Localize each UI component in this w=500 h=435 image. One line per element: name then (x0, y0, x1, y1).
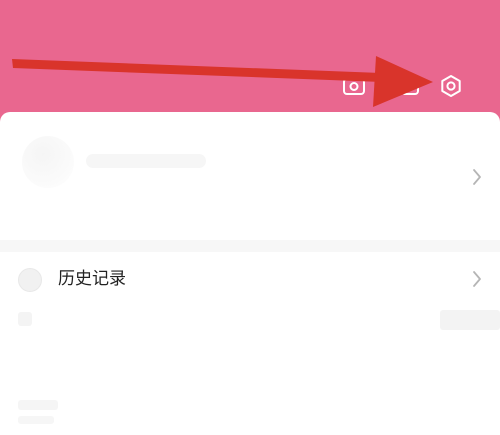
history-menu-item[interactable]: 历史记录 (0, 252, 500, 308)
content-card: 历史记录 (0, 112, 500, 435)
faded-icon (18, 312, 32, 326)
username-placeholder (86, 154, 206, 168)
faded-badge (440, 310, 500, 330)
camera-icon[interactable] (340, 72, 368, 100)
section-divider (0, 240, 500, 252)
profile-row[interactable] (0, 112, 500, 240)
history-icon (18, 268, 42, 292)
faded-text (18, 416, 54, 424)
gear-icon[interactable] (437, 72, 465, 100)
history-label: 历史记录 (58, 269, 126, 289)
avatar (22, 136, 74, 188)
faded-text (18, 400, 58, 410)
chevron-right-icon (470, 166, 484, 188)
chevron-right-icon (470, 268, 484, 290)
scan-icon[interactable] (396, 72, 424, 100)
